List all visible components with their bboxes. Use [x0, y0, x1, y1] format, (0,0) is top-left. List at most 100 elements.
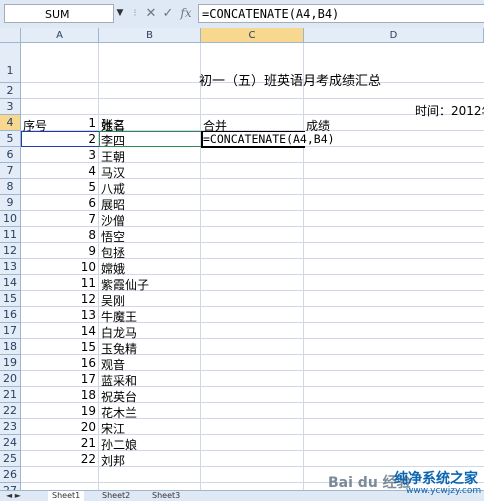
grid-row-line [21, 418, 484, 419]
row-header-26[interactable]: 26 [0, 467, 21, 483]
record-name[interactable]: 包拯 [101, 244, 125, 261]
row-header-4[interactable]: 4 [0, 115, 21, 131]
editing-cell-formula[interactable]: =CONCATENATE(A4,B4) [203, 132, 335, 146]
row-header-7[interactable]: 7 [0, 163, 21, 179]
row-header-8[interactable]: 8 [0, 179, 21, 195]
grid-row-line [21, 338, 484, 339]
record-seq[interactable]: 15 [21, 340, 96, 354]
record-name[interactable]: 蓝采和 [101, 372, 137, 389]
cancel-icon[interactable]: ✕ [143, 4, 159, 23]
row-header-10[interactable]: 10 [0, 211, 21, 227]
row-header-9[interactable]: 9 [0, 195, 21, 211]
row-header-20[interactable]: 20 [0, 371, 21, 387]
record-name[interactable]: 花木兰 [101, 404, 137, 421]
record-seq[interactable]: 19 [21, 404, 96, 418]
record-seq[interactable]: 20 [21, 420, 96, 434]
record-seq[interactable]: 8 [21, 228, 96, 242]
record-name[interactable]: 王朝 [101, 148, 125, 165]
grid-row-line [21, 242, 484, 243]
row-header-14[interactable]: 14 [0, 275, 21, 291]
row-header-2[interactable]: 2 [0, 83, 21, 99]
grid-row-line [21, 162, 484, 163]
record-seq[interactable]: 11 [21, 276, 96, 290]
record-name[interactable]: 观音 [101, 356, 125, 373]
record-seq[interactable]: 4 [21, 164, 96, 178]
record-name[interactable]: 悟空 [101, 228, 125, 245]
grid-row-line [21, 178, 484, 179]
grid-row-line [21, 370, 484, 371]
record-seq[interactable]: 22 [21, 452, 96, 466]
enter-icon[interactable]: ✓ [160, 4, 176, 23]
separator-dots-icon: ⁝ [133, 8, 137, 19]
grid-row-line [21, 258, 484, 259]
sheet-title: 初一（五）班英语月考成绩汇总 [199, 74, 382, 89]
record-name[interactable]: 沙僧 [101, 212, 125, 229]
record-seq[interactable]: 18 [21, 388, 96, 402]
record-name[interactable]: 宋江 [101, 420, 125, 437]
column-c-label: C [248, 30, 256, 41]
record-name[interactable]: 牛魔王 [101, 308, 137, 325]
name-box[interactable]: SUM [4, 4, 114, 23]
record-seq[interactable]: 6 [21, 196, 96, 210]
row-header-18[interactable]: 18 [0, 339, 21, 355]
grid-row-line [21, 194, 484, 195]
column-header-d[interactable]: D [304, 28, 484, 43]
row-header-12[interactable]: 12 [0, 243, 21, 259]
row-header-24[interactable]: 24 [0, 435, 21, 451]
row-header-13[interactable]: 13 [0, 259, 21, 275]
column-header-c[interactable]: C [201, 28, 304, 43]
row-header-11[interactable]: 11 [0, 227, 21, 243]
record-seq[interactable]: 21 [21, 436, 96, 450]
record-seq[interactable]: 12 [21, 292, 96, 306]
grid-row-line [21, 322, 484, 323]
record-name[interactable]: 孙二娘 [101, 436, 137, 453]
row-header-3[interactable]: 3 [0, 99, 21, 115]
record-name[interactable]: 展昭 [101, 196, 125, 213]
record-seq[interactable]: 1 [21, 116, 96, 130]
column-b-label: B [146, 30, 153, 41]
column-header-a[interactable]: A [21, 28, 99, 43]
row-header-1[interactable]: 1 [0, 43, 21, 83]
column-header-b[interactable]: B [99, 28, 201, 43]
record-name[interactable]: 嫦娥 [101, 260, 125, 277]
record-seq[interactable]: 10 [21, 260, 96, 274]
grid-column-line [98, 43, 99, 499]
name-box-dropdown-icon[interactable]: ▼ [114, 4, 126, 23]
record-seq[interactable]: 16 [21, 356, 96, 370]
select-all-corner[interactable] [0, 28, 21, 43]
record-seq[interactable]: 7 [21, 212, 96, 226]
record-name[interactable]: 吴刚 [101, 292, 125, 309]
reference-b4-highlight [99, 131, 202, 147]
row-header-5[interactable]: 5 [0, 131, 21, 147]
grid-row-line [21, 306, 484, 307]
record-name[interactable]: 八戒 [101, 180, 125, 197]
row-header-22[interactable]: 22 [0, 403, 21, 419]
formula-input[interactable]: =CONCATENATE(A4,B4) [198, 4, 484, 23]
grid-row-line [21, 210, 484, 211]
row-header-25[interactable]: 25 [0, 451, 21, 467]
grid-column-line [303, 43, 304, 499]
record-name[interactable]: 玉兔精 [101, 340, 137, 357]
cancel-symbol: ✕ [145, 6, 157, 21]
reference-a4-highlight [21, 131, 100, 147]
record-seq[interactable]: 17 [21, 372, 96, 386]
row-header-6[interactable]: 6 [0, 147, 21, 163]
record-seq[interactable]: 14 [21, 324, 96, 338]
row-header-23[interactable]: 23 [0, 419, 21, 435]
row-header-15[interactable]: 15 [0, 291, 21, 307]
row-header-17[interactable]: 17 [0, 323, 21, 339]
record-name[interactable]: 白龙马 [101, 324, 137, 341]
row-header-19[interactable]: 19 [0, 355, 21, 371]
record-seq[interactable]: 5 [21, 180, 96, 194]
record-name[interactable]: 紫霞仙子 [101, 276, 149, 293]
record-seq[interactable]: 3 [21, 148, 96, 162]
record-seq[interactable]: 9 [21, 244, 96, 258]
row-header-21[interactable]: 21 [0, 387, 21, 403]
grid-row-line [21, 354, 484, 355]
record-seq[interactable]: 13 [21, 308, 96, 322]
record-name[interactable]: 马汉 [101, 164, 125, 181]
record-name[interactable]: 刘邦 [101, 452, 125, 469]
record-name[interactable]: 祝英台 [101, 388, 137, 405]
insert-function-icon[interactable]: fx [178, 4, 194, 23]
row-header-16[interactable]: 16 [0, 307, 21, 323]
